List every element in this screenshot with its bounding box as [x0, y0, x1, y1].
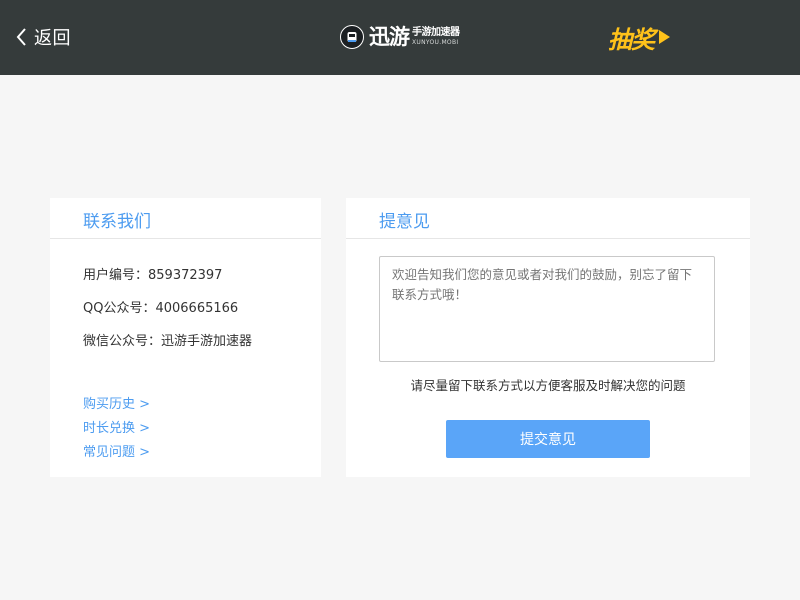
logo-subtitle-en: XUNYOU.MOBI [412, 39, 459, 46]
logo-subtitle-cn: 手游加速器 [412, 27, 460, 38]
lottery-button[interactable]: 抽奖 [608, 20, 671, 54]
feedback-card-title: 提意见 [379, 212, 430, 232]
contact-card-title: 联系我们 [83, 212, 151, 232]
wechat-account-text: 微信公众号：迅游手游加速器 [83, 334, 253, 349]
qq-account-text: QQ公众号：4006665166 [83, 301, 239, 316]
play-arrow-icon [659, 30, 670, 44]
faq-link[interactable]: 常见问题 > [83, 441, 150, 460]
user-id-text: 用户编号：859372397 [83, 268, 223, 283]
feedback-textarea[interactable] [379, 256, 715, 362]
xunyou-logo-icon [340, 25, 364, 49]
top-bar: 返回 迅游 手游加速器 XUNYOU.MOBI 抽奖 [0, 0, 800, 75]
lottery-label: 抽奖 [608, 25, 655, 54]
purchase-history-link[interactable]: 购买历史 > [83, 393, 150, 412]
contact-card: 联系我们 用户编号：859372397 QQ公众号：4006665166 微信公… [50, 198, 321, 477]
contact-card-header: 联系我们 [50, 198, 321, 239]
submit-feedback-button[interactable]: 提交意见 [446, 420, 650, 458]
chevron-left-icon [16, 28, 26, 46]
contact-hint-text: 请尽量留下联系方式以方便客服及时解决您的问题 [410, 378, 686, 393]
app-logo: 迅游 手游加速器 XUNYOU.MOBI [340, 22, 460, 52]
feedback-card-header: 提意见 [346, 198, 750, 239]
time-exchange-link[interactable]: 时长兑换 > [83, 417, 150, 436]
back-label: 返回 [34, 28, 71, 49]
logo-brand: 迅游 [369, 24, 410, 49]
logo-subtitle: 手游加速器 XUNYOU.MOBI [412, 28, 460, 46]
feedback-card: 提意见 请尽量留下联系方式以方便客服及时解决您的问题 提交意见 [346, 198, 750, 477]
back-button[interactable]: 返回 [14, 24, 71, 50]
